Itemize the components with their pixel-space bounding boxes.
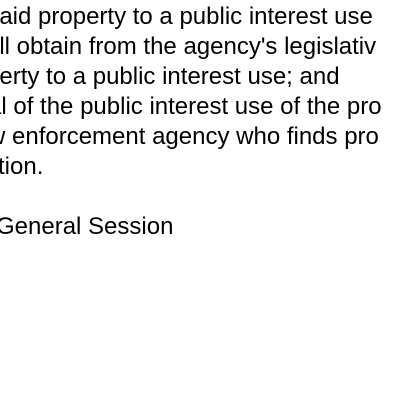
text-line: all obtain from the agency's legislativ: [0, 33, 377, 60]
document-text-block: slaid property to a public interest use …: [0, 2, 400, 242]
text-line: w enforcement agency who finds pro: [0, 123, 379, 150]
text-line: al of the public interest use of the pro: [0, 93, 382, 120]
text-line: perty to a public interest use; and: [0, 63, 340, 90]
text-line: ction.: [0, 153, 44, 180]
document-page: slaid property to a public interest use …: [0, 0, 400, 400]
text-line: slaid property to a public interest use: [0, 3, 373, 30]
session-line: General Session: [0, 213, 174, 240]
